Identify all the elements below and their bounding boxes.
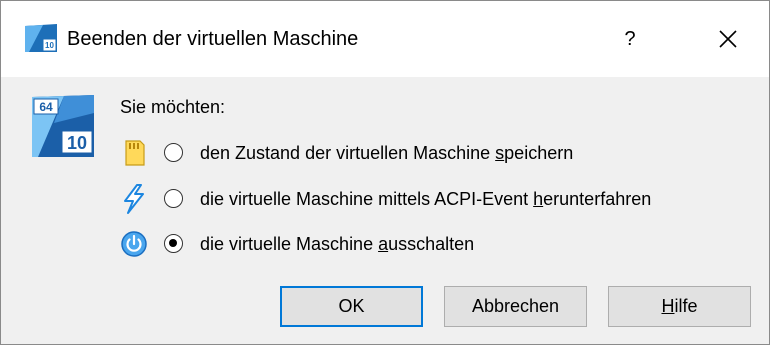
radio-selected-dot: [169, 239, 177, 247]
radio-save-state[interactable]: [164, 143, 183, 162]
radio-acpi-shutdown[interactable]: [164, 189, 183, 208]
lightning-icon: [124, 184, 144, 214]
prompt-label: Sie möchten:: [120, 97, 226, 117]
sd-card-icon: [125, 140, 145, 166]
window-title: Beenden der virtuellen Maschine: [67, 28, 359, 50]
vm-icon-bottom-badge: 10: [67, 133, 87, 153]
option-acpi-shutdown[interactable]: die virtuelle Maschine mittels ACPI-Even…: [117, 183, 757, 215]
option-save-state[interactable]: den Zustand der virtuellen Maschine spei…: [117, 137, 677, 169]
option-save-state-label: den Zustand der virtuellen Maschine spei…: [200, 143, 574, 163]
help-title-button[interactable]: ?: [609, 21, 651, 57]
ok-button[interactable]: OK: [280, 286, 423, 327]
virtualbox-vm-icon: 10: [25, 24, 57, 52]
power-icon: [121, 231, 147, 257]
help-button[interactable]: Hilfe: [608, 286, 751, 327]
option-power-off-label: die virtuelle Maschine ausschalten: [200, 234, 475, 254]
vm-icon-top-badge: 64: [39, 100, 53, 114]
close-vm-dialog: 10 Beenden der virtuellen Maschine ? 64 …: [0, 0, 770, 345]
app-icon-badge: 10: [45, 41, 54, 50]
option-power-off[interactable]: die virtuelle Maschine ausschalten: [117, 228, 577, 260]
cancel-button[interactable]: Abbrechen: [444, 286, 587, 327]
title-bar: 10 Beenden der virtuellen Maschine ?: [1, 1, 769, 77]
close-icon[interactable]: [707, 21, 749, 57]
option-acpi-shutdown-label: die virtuelle Maschine mittels ACPI-Even…: [200, 189, 652, 209]
windows10-64bit-os-icon: 64 10: [32, 95, 94, 157]
radio-power-off[interactable]: [164, 234, 183, 253]
